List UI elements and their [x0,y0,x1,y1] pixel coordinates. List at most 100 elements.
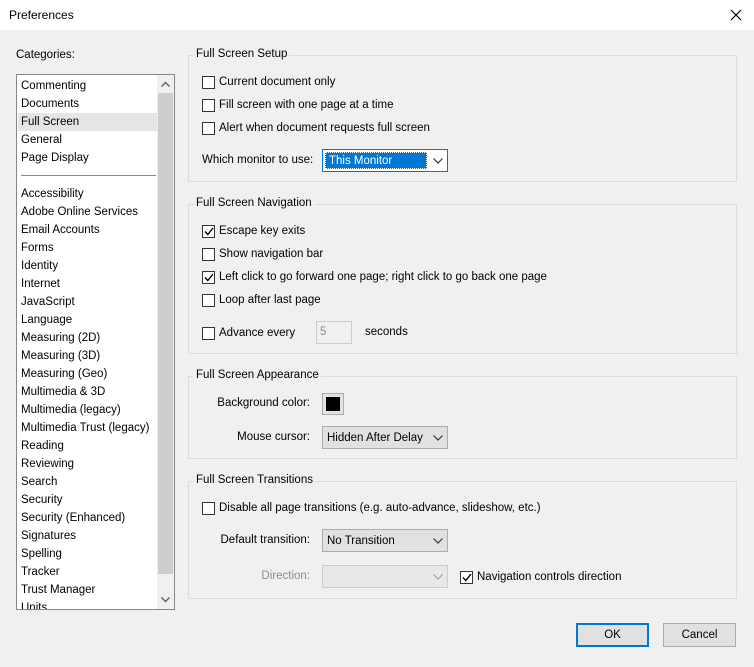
loop-label: Loop after last page [219,294,321,306]
checkbox[interactable] [202,326,215,340]
category-item-security[interactable]: Security [21,491,156,509]
window-title: Preferences [9,8,74,22]
disable-transitions-label: Disable all page transitions (e.g. auto-… [219,502,541,514]
loop-checkbox-row[interactable]: Loop after last page [202,292,321,308]
alert-label: Alert when document requests full screen [219,122,430,134]
mouse-cursor-label: Mouse cursor: [237,431,310,443]
category-item-multimedia-3d[interactable]: Multimedia & 3D [21,383,156,401]
category-item-spelling[interactable]: Spelling [21,545,156,563]
checkbox[interactable] [202,98,215,112]
default-transition-label: Default transition: [220,534,311,546]
categories-label: Categories: [16,49,75,61]
category-item-reading[interactable]: Reading [21,437,156,455]
checkbox-checked[interactable] [202,224,215,238]
category-item-general[interactable]: General [21,131,156,149]
categories-list: Commenting Documents Full Screen General… [16,74,175,610]
category-item-full-screen[interactable]: Full Screen [18,113,157,131]
category-item-documents[interactable]: Documents [21,95,156,113]
nav-controls-checkbox-row[interactable]: Navigation controls direction [460,569,621,585]
chevron-down-icon [161,597,170,603]
category-item-javascript[interactable]: JavaScript [21,293,156,311]
category-item-measuring-2d[interactable]: Measuring (2D) [21,329,156,347]
category-item-multimedia-trust-legacy[interactable]: Multimedia Trust (legacy) [21,419,156,437]
category-item-language[interactable]: Language [21,311,156,329]
checkbox[interactable] [202,501,215,515]
monitor-select-value: This Monitor [325,152,427,169]
current-document-label: Current document only [219,76,336,88]
show-nav-label: Show navigation bar [219,248,324,260]
checkbox-checked[interactable] [460,570,473,584]
chevron-down-icon [429,157,447,164]
category-item-security-enhanced[interactable]: Security (Enhanced) [21,509,156,527]
category-item-email-accounts[interactable]: Email Accounts [21,221,156,239]
category-item-search[interactable]: Search [21,473,156,491]
left-click-label: Left click to go forward one page; right… [219,271,547,283]
category-item-tracker[interactable]: Tracker [21,563,156,581]
default-transition-value: No Transition [327,534,395,547]
category-item-measuring-geo[interactable]: Measuring (Geo) [21,365,156,383]
category-item-commenting[interactable]: Commenting [21,77,156,95]
appearance-group-title: Full Screen Appearance [194,369,321,381]
close-button[interactable] [722,2,750,28]
checkbox[interactable] [202,293,215,307]
checkbox-checked[interactable] [202,270,215,284]
fill-screen-label: Fill screen with one page at a time [219,99,394,111]
category-item-accessibility[interactable]: Accessibility [21,185,156,203]
check-icon [203,273,214,282]
category-item-adobe-online-services[interactable]: Adobe Online Services [21,203,156,221]
seconds-label: seconds [365,326,408,338]
list-separator [21,175,156,176]
title-bar [0,0,754,30]
direction-select[interactable] [322,565,448,588]
direction-label: Direction: [261,570,310,582]
category-item-signatures[interactable]: Signatures [21,527,156,545]
chevron-down-icon [429,573,447,580]
advance-checkbox-row[interactable]: Advance every [202,325,295,341]
escape-checkbox-row[interactable]: Escape key exits [202,223,305,239]
scroll-up-button[interactable] [157,75,174,93]
chevron-up-icon [161,81,170,87]
navigation-group-title: Full Screen Navigation [194,197,314,209]
checkbox[interactable] [202,75,215,89]
setup-group-title: Full Screen Setup [194,48,290,60]
background-color-button[interactable] [322,393,344,415]
scrollbar-thumb[interactable] [158,93,173,574]
mouse-cursor-value: Hidden After Delay [327,431,423,444]
background-color-label: Background color: [217,397,310,409]
alert-checkbox-row[interactable]: Alert when document requests full screen [202,120,430,136]
chevron-down-icon [429,537,447,544]
scroll-down-button[interactable] [157,591,174,609]
disable-transitions-checkbox-row[interactable]: Disable all page transitions (e.g. auto-… [202,500,541,516]
category-item-forms[interactable]: Forms [21,239,156,257]
category-item-identity[interactable]: Identity [21,257,156,275]
color-swatch [326,397,340,411]
category-item-multimedia-legacy[interactable]: Multimedia (legacy) [21,401,156,419]
category-item-internet[interactable]: Internet [21,275,156,293]
category-item-units[interactable]: Units [21,599,156,609]
checkbox[interactable] [202,247,215,261]
escape-label: Escape key exits [219,225,306,237]
category-item-page-display[interactable]: Page Display [21,149,156,167]
show-nav-checkbox-row[interactable]: Show navigation bar [202,246,323,262]
checkbox[interactable] [202,121,215,135]
advance-label: Advance every [219,327,296,339]
close-icon [730,9,742,21]
ok-button[interactable]: OK [576,623,649,647]
mouse-cursor-select[interactable]: Hidden After Delay [322,426,448,449]
current-document-checkbox-row[interactable]: Current document only [202,74,335,90]
monitor-select[interactable]: This Monitor [322,149,448,172]
default-transition-select[interactable]: No Transition [322,529,448,552]
check-icon [203,227,214,236]
advance-seconds-input[interactable]: 5 [316,321,352,344]
nav-controls-label: Navigation controls direction [477,571,622,583]
category-item-reviewing[interactable]: Reviewing [21,455,156,473]
check-icon [461,573,472,582]
left-click-checkbox-row[interactable]: Left click to go forward one page; right… [202,269,547,285]
category-item-trust-manager[interactable]: Trust Manager [21,581,156,599]
monitor-label: Which monitor to use: [202,154,314,166]
appearance-group [188,376,737,459]
cancel-button[interactable]: Cancel [663,623,736,647]
category-item-measuring-3d[interactable]: Measuring (3D) [21,347,156,365]
chevron-down-icon [429,434,447,441]
fill-screen-checkbox-row[interactable]: Fill screen with one page at a time [202,97,394,113]
